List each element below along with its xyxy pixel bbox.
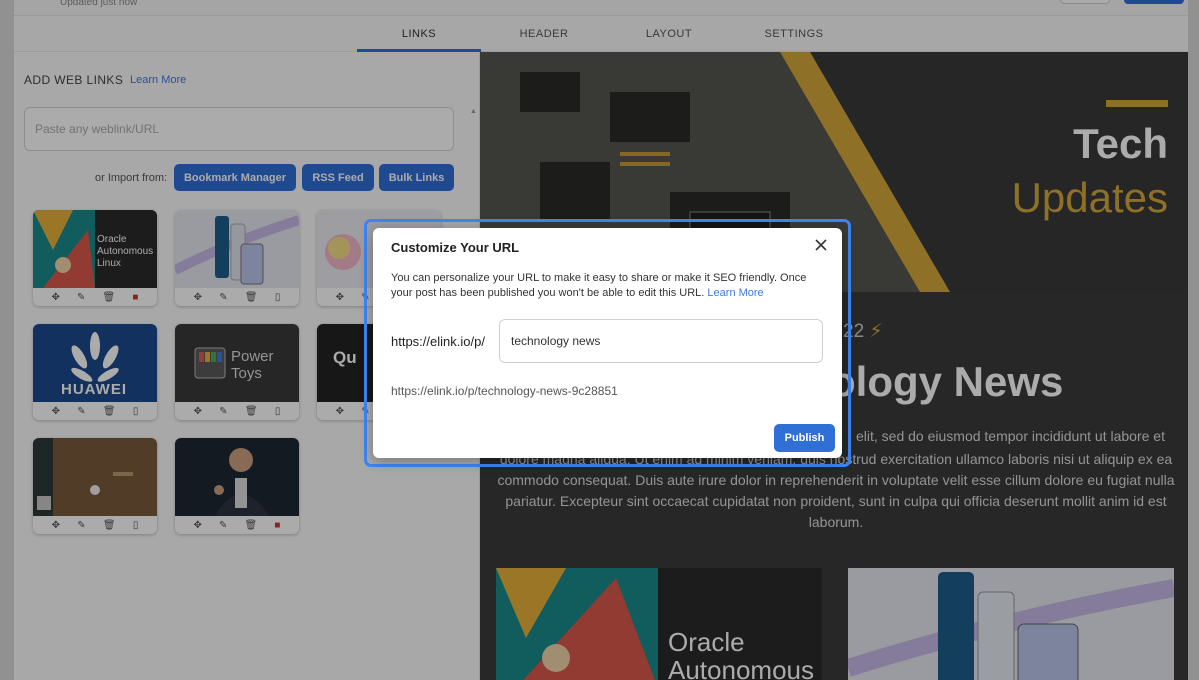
full-url-preview: https://elink.io/p/technology-news-9c288… bbox=[391, 384, 618, 398]
url-prefix: https://elink.io/p/ bbox=[391, 334, 485, 349]
dialog-title: Customize Your URL bbox=[391, 240, 520, 255]
customize-url-dialog: Customize Your URL You can personalize y… bbox=[373, 228, 842, 458]
close-icon[interactable] bbox=[812, 236, 830, 254]
publish-button[interactable]: Publish bbox=[774, 424, 835, 452]
url-slug-input[interactable] bbox=[499, 319, 823, 363]
dialog-description: You can personalize your URL to make it … bbox=[391, 271, 829, 301]
dialog-learn-more-link[interactable]: Learn More bbox=[707, 287, 763, 299]
